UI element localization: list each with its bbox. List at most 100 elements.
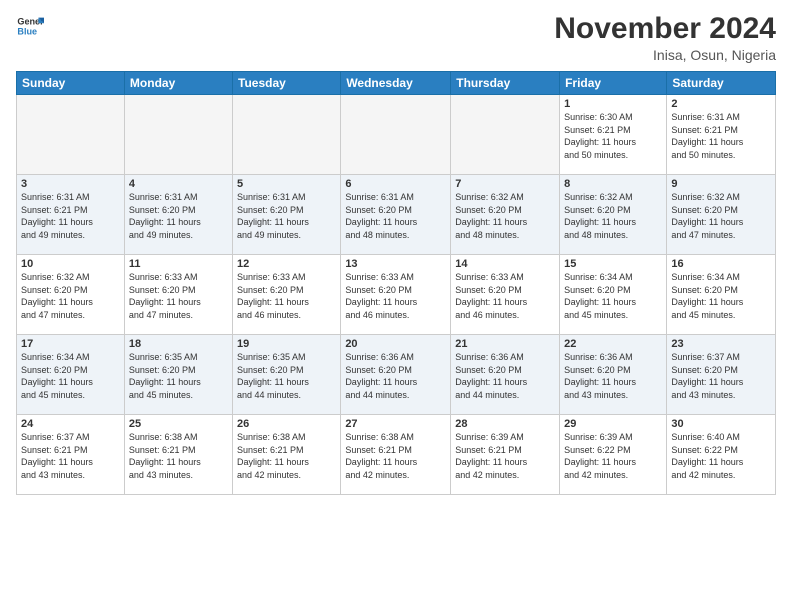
table-cell: 29Sunrise: 6:39 AMSunset: 6:22 PMDayligh… (560, 415, 667, 495)
day-number: 23 (671, 338, 771, 350)
col-thursday: Thursday (451, 72, 560, 95)
table-cell: 3Sunrise: 6:31 AMSunset: 6:21 PMDaylight… (17, 175, 125, 255)
day-number: 27 (345, 418, 446, 430)
table-cell: 21Sunrise: 6:36 AMSunset: 6:20 PMDayligh… (451, 335, 560, 415)
day-number: 15 (564, 258, 662, 270)
day-info: Sunrise: 6:34 AMSunset: 6:20 PMDaylight:… (671, 271, 771, 321)
day-number: 19 (237, 338, 336, 350)
day-info: Sunrise: 6:36 AMSunset: 6:20 PMDaylight:… (455, 351, 555, 401)
day-number: 9 (671, 178, 771, 190)
calendar-week-3: 10Sunrise: 6:32 AMSunset: 6:20 PMDayligh… (17, 255, 776, 335)
month-title: November 2024 (554, 12, 776, 45)
calendar-week-5: 24Sunrise: 6:37 AMSunset: 6:21 PMDayligh… (17, 415, 776, 495)
day-info: Sunrise: 6:34 AMSunset: 6:20 PMDaylight:… (564, 271, 662, 321)
table-cell: 7Sunrise: 6:32 AMSunset: 6:20 PMDaylight… (451, 175, 560, 255)
svg-text:Blue: Blue (17, 26, 37, 36)
table-cell: 30Sunrise: 6:40 AMSunset: 6:22 PMDayligh… (667, 415, 776, 495)
day-number: 29 (564, 418, 662, 430)
day-number: 26 (237, 418, 336, 430)
day-info: Sunrise: 6:35 AMSunset: 6:20 PMDaylight:… (129, 351, 228, 401)
table-cell: 19Sunrise: 6:35 AMSunset: 6:20 PMDayligh… (233, 335, 341, 415)
calendar-table: Sunday Monday Tuesday Wednesday Thursday… (16, 71, 776, 495)
day-info: Sunrise: 6:36 AMSunset: 6:20 PMDaylight:… (345, 351, 446, 401)
day-number: 7 (455, 178, 555, 190)
table-cell (17, 95, 125, 175)
calendar-header-row: Sunday Monday Tuesday Wednesday Thursday… (17, 72, 776, 95)
location-title: Inisa, Osun, Nigeria (554, 47, 776, 63)
day-info: Sunrise: 6:40 AMSunset: 6:22 PMDaylight:… (671, 431, 771, 481)
table-cell: 26Sunrise: 6:38 AMSunset: 6:21 PMDayligh… (233, 415, 341, 495)
table-cell: 15Sunrise: 6:34 AMSunset: 6:20 PMDayligh… (560, 255, 667, 335)
table-cell: 13Sunrise: 6:33 AMSunset: 6:20 PMDayligh… (341, 255, 451, 335)
day-info: Sunrise: 6:32 AMSunset: 6:20 PMDaylight:… (21, 271, 120, 321)
day-info: Sunrise: 6:32 AMSunset: 6:20 PMDaylight:… (564, 191, 662, 241)
day-info: Sunrise: 6:33 AMSunset: 6:20 PMDaylight:… (345, 271, 446, 321)
day-info: Sunrise: 6:33 AMSunset: 6:20 PMDaylight:… (455, 271, 555, 321)
table-cell: 5Sunrise: 6:31 AMSunset: 6:20 PMDaylight… (233, 175, 341, 255)
table-cell: 23Sunrise: 6:37 AMSunset: 6:20 PMDayligh… (667, 335, 776, 415)
col-friday: Friday (560, 72, 667, 95)
table-cell (233, 95, 341, 175)
day-info: Sunrise: 6:37 AMSunset: 6:20 PMDaylight:… (671, 351, 771, 401)
day-number: 4 (129, 178, 228, 190)
day-info: Sunrise: 6:32 AMSunset: 6:20 PMDaylight:… (671, 191, 771, 241)
day-info: Sunrise: 6:35 AMSunset: 6:20 PMDaylight:… (237, 351, 336, 401)
day-number: 16 (671, 258, 771, 270)
day-info: Sunrise: 6:32 AMSunset: 6:20 PMDaylight:… (455, 191, 555, 241)
table-cell: 20Sunrise: 6:36 AMSunset: 6:20 PMDayligh… (341, 335, 451, 415)
calendar-week-1: 1Sunrise: 6:30 AMSunset: 6:21 PMDaylight… (17, 95, 776, 175)
day-info: Sunrise: 6:31 AMSunset: 6:21 PMDaylight:… (671, 111, 771, 161)
day-number: 10 (21, 258, 120, 270)
table-cell (341, 95, 451, 175)
day-info: Sunrise: 6:33 AMSunset: 6:20 PMDaylight:… (237, 271, 336, 321)
day-number: 22 (564, 338, 662, 350)
table-cell: 2Sunrise: 6:31 AMSunset: 6:21 PMDaylight… (667, 95, 776, 175)
table-cell: 4Sunrise: 6:31 AMSunset: 6:20 PMDaylight… (124, 175, 232, 255)
table-cell: 27Sunrise: 6:38 AMSunset: 6:21 PMDayligh… (341, 415, 451, 495)
table-cell: 11Sunrise: 6:33 AMSunset: 6:20 PMDayligh… (124, 255, 232, 335)
table-cell: 22Sunrise: 6:36 AMSunset: 6:20 PMDayligh… (560, 335, 667, 415)
table-cell: 17Sunrise: 6:34 AMSunset: 6:20 PMDayligh… (17, 335, 125, 415)
table-cell: 24Sunrise: 6:37 AMSunset: 6:21 PMDayligh… (17, 415, 125, 495)
day-info: Sunrise: 6:38 AMSunset: 6:21 PMDaylight:… (345, 431, 446, 481)
day-number: 2 (671, 98, 771, 110)
day-number: 13 (345, 258, 446, 270)
day-number: 30 (671, 418, 771, 430)
table-cell (451, 95, 560, 175)
day-info: Sunrise: 6:38 AMSunset: 6:21 PMDaylight:… (129, 431, 228, 481)
col-saturday: Saturday (667, 72, 776, 95)
table-cell (124, 95, 232, 175)
day-number: 11 (129, 258, 228, 270)
table-cell: 1Sunrise: 6:30 AMSunset: 6:21 PMDaylight… (560, 95, 667, 175)
table-cell: 6Sunrise: 6:31 AMSunset: 6:20 PMDaylight… (341, 175, 451, 255)
col-tuesday: Tuesday (233, 72, 341, 95)
table-cell: 10Sunrise: 6:32 AMSunset: 6:20 PMDayligh… (17, 255, 125, 335)
day-info: Sunrise: 6:34 AMSunset: 6:20 PMDaylight:… (21, 351, 120, 401)
day-info: Sunrise: 6:31 AMSunset: 6:20 PMDaylight:… (129, 191, 228, 241)
day-number: 3 (21, 178, 120, 190)
day-info: Sunrise: 6:31 AMSunset: 6:20 PMDaylight:… (345, 191, 446, 241)
table-cell: 25Sunrise: 6:38 AMSunset: 6:21 PMDayligh… (124, 415, 232, 495)
calendar-week-2: 3Sunrise: 6:31 AMSunset: 6:21 PMDaylight… (17, 175, 776, 255)
day-number: 1 (564, 98, 662, 110)
col-monday: Monday (124, 72, 232, 95)
day-info: Sunrise: 6:33 AMSunset: 6:20 PMDaylight:… (129, 271, 228, 321)
logo-icon: General Blue (16, 12, 44, 40)
day-number: 17 (21, 338, 120, 350)
day-number: 14 (455, 258, 555, 270)
day-number: 8 (564, 178, 662, 190)
day-info: Sunrise: 6:36 AMSunset: 6:20 PMDaylight:… (564, 351, 662, 401)
calendar-page: General Blue November 2024 Inisa, Osun, … (0, 0, 792, 612)
title-block: November 2024 Inisa, Osun, Nigeria (554, 12, 776, 63)
day-number: 25 (129, 418, 228, 430)
page-header: General Blue November 2024 Inisa, Osun, … (16, 12, 776, 63)
calendar-week-4: 17Sunrise: 6:34 AMSunset: 6:20 PMDayligh… (17, 335, 776, 415)
day-number: 12 (237, 258, 336, 270)
day-info: Sunrise: 6:39 AMSunset: 6:21 PMDaylight:… (455, 431, 555, 481)
table-cell: 28Sunrise: 6:39 AMSunset: 6:21 PMDayligh… (451, 415, 560, 495)
day-number: 20 (345, 338, 446, 350)
day-info: Sunrise: 6:38 AMSunset: 6:21 PMDaylight:… (237, 431, 336, 481)
table-cell: 18Sunrise: 6:35 AMSunset: 6:20 PMDayligh… (124, 335, 232, 415)
table-cell: 9Sunrise: 6:32 AMSunset: 6:20 PMDaylight… (667, 175, 776, 255)
day-info: Sunrise: 6:37 AMSunset: 6:21 PMDaylight:… (21, 431, 120, 481)
